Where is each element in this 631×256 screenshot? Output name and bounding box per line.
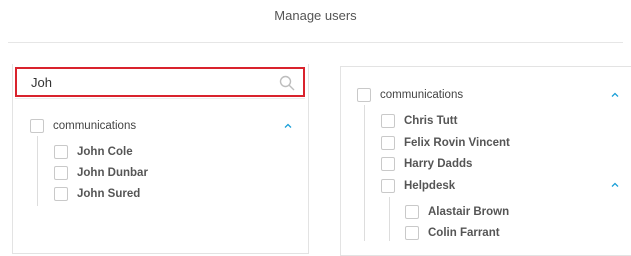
user-label: Chris Tutt [404,115,458,127]
user-label: Felix Rovin Vincent [404,137,510,149]
user-label: John Cole [77,146,133,158]
search-box[interactable] [15,67,305,97]
tree-user-item[interactable]: Felix Rovin Vincent [381,134,510,152]
search-icon[interactable] [279,75,295,91]
tree-group-helpdesk[interactable]: Helpdesk [381,177,455,195]
user-checkbox[interactable] [405,205,419,219]
user-checkbox[interactable] [54,166,68,180]
search-separator [15,98,305,99]
chevron-up-icon[interactable] [284,123,292,128]
user-label: John Dunbar [77,167,148,179]
user-label: Colin Farrant [428,227,500,239]
group-label: communications [380,89,464,101]
tree-user-item[interactable]: Colin Farrant [405,224,500,242]
tree-user-item[interactable]: John Dunbar [54,164,148,182]
user-label: Harry Dadds [404,158,473,170]
page-title: Manage users [274,8,357,23]
user-checkbox[interactable] [381,157,395,171]
group-label: communications [53,120,137,132]
group-checkbox[interactable] [381,179,395,193]
user-label: Alastair Brown [428,206,510,218]
tree-user-item[interactable]: John Sured [54,185,140,203]
user-checkbox[interactable] [54,145,68,159]
tree-group-communications[interactable]: communications [357,86,463,104]
header-divider [8,42,623,43]
user-checkbox[interactable] [381,136,395,150]
group-label: Helpdesk [404,180,456,192]
tree-user-item[interactable]: John Cole [54,143,133,161]
tree-group-communications[interactable]: communications [30,117,136,135]
chevron-up-icon[interactable] [611,92,619,97]
tree-user-item[interactable]: Harry Dadds [381,155,472,173]
user-checkbox[interactable] [381,114,395,128]
tree-user-item[interactable]: Alastair Brown [405,203,509,221]
tree-guide-line [364,105,365,241]
group-checkbox[interactable] [357,88,371,102]
user-label: John Sured [77,188,141,200]
group-checkbox[interactable] [30,119,44,133]
tree-guide-line [37,136,38,206]
user-checkbox[interactable] [405,226,419,240]
user-checkbox[interactable] [54,187,68,201]
chevron-up-icon[interactable] [611,182,619,187]
search-input[interactable] [17,74,271,90]
tree-user-item[interactable]: Chris Tutt [381,112,457,130]
tree-guide-line [389,197,390,241]
